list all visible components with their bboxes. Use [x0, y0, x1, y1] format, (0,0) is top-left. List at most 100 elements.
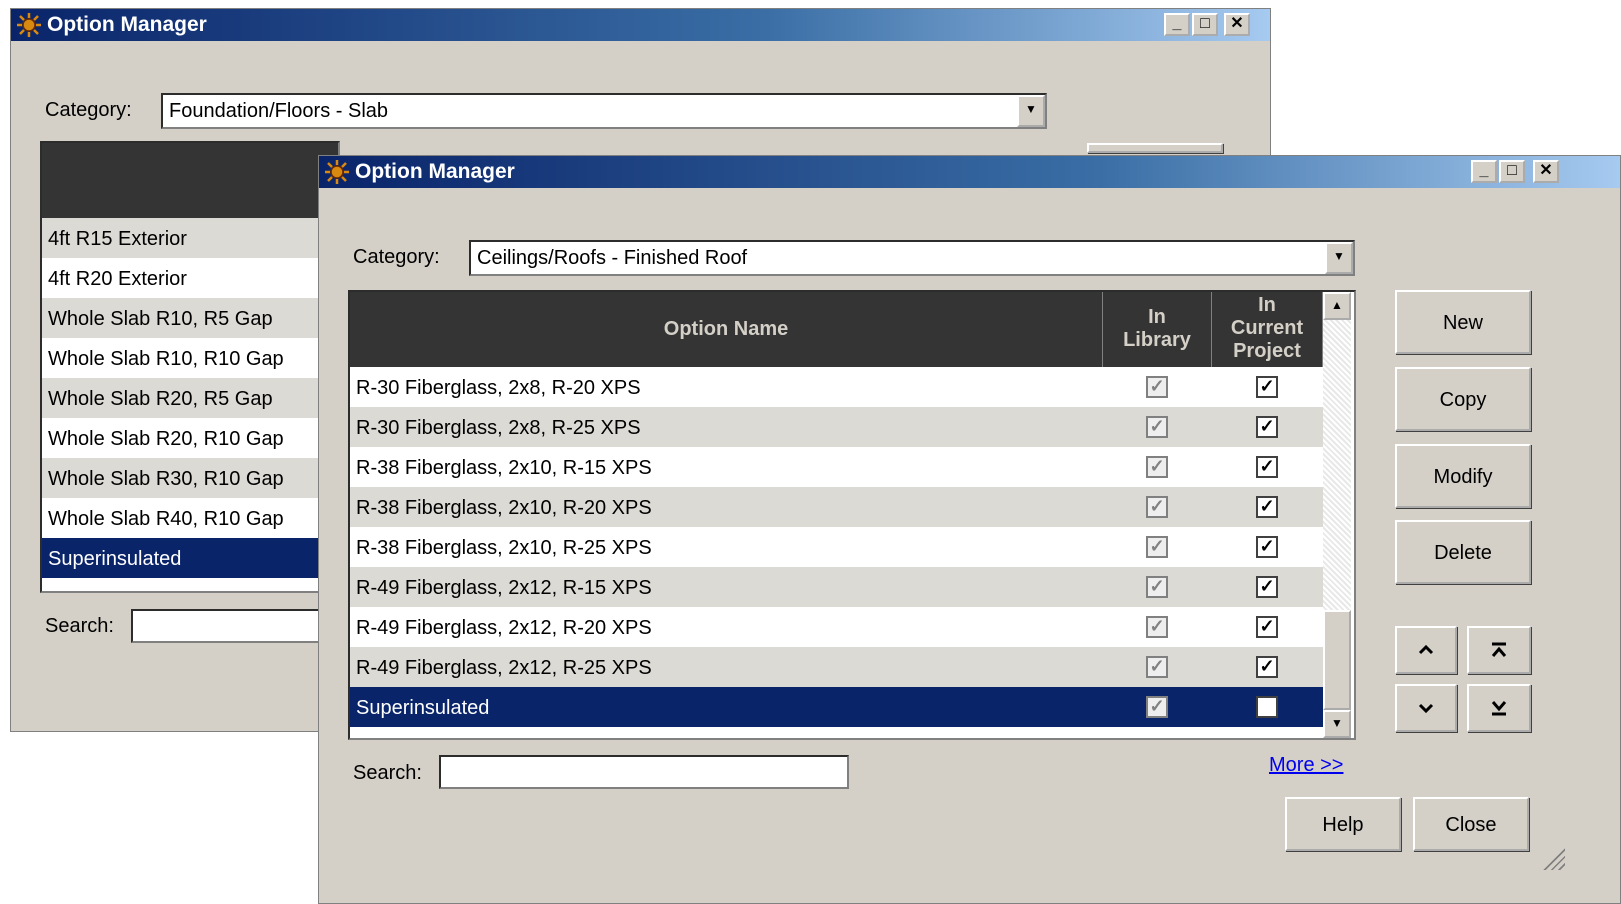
back-window-title: Option Manager	[47, 13, 207, 36]
option-table-row[interactable]: Superinsulated ✓	[350, 687, 1323, 727]
row-option-name: R-38 Fiberglass, 2x10, R-20 XPS	[356, 497, 652, 519]
move-top-icon	[1491, 642, 1507, 657]
option-table-row[interactable]: R-49 Fiberglass, 2x12, R-25 XPS ✓ ✓	[350, 647, 1323, 687]
in-library-label-2: Library	[1123, 329, 1191, 351]
move-down-button[interactable]	[1395, 684, 1457, 732]
delete-button[interactable]: Delete	[1395, 520, 1531, 584]
in-library-checkbox: ✓	[1146, 696, 1168, 718]
option-table-row[interactable]: R-30 Fiberglass, 2x8, R-20 XPS ✓ ✓	[350, 367, 1323, 407]
in-project-checkbox[interactable]: ✓	[1256, 376, 1278, 398]
back-table-row[interactable]: Whole Slab R20, R5 Gap	[42, 378, 338, 418]
in-project-checkbox[interactable]: ✓	[1256, 656, 1278, 678]
in-library-checkbox: ✓	[1146, 456, 1168, 478]
back-row-option-name: Whole Slab R30, R10 Gap	[48, 468, 284, 490]
app-sun-icon	[325, 160, 349, 184]
in-project-checkbox[interactable]: ✓	[1256, 456, 1278, 478]
in-project-checkbox[interactable]	[1256, 696, 1278, 718]
back-table-row[interactable]: Superinsulated	[42, 538, 338, 578]
in-library-checkbox: ✓	[1146, 576, 1168, 598]
in-project-checkbox[interactable]: ✓	[1256, 496, 1278, 518]
move-bottom-icon	[1491, 701, 1507, 716]
delete-button-label: Delete	[1434, 542, 1492, 564]
front-category-dropdown[interactable]: Ceilings/Roofs - Finished Roof ▼	[469, 240, 1355, 276]
option-table-row[interactable]: R-49 Fiberglass, 2x12, R-15 XPS ✓ ✓	[350, 567, 1323, 607]
in-library-checkbox: ✓	[1146, 376, 1168, 398]
back-table-row[interactable]: Whole Slab R10, R10 Gap	[42, 338, 338, 378]
back-category-dropdown[interactable]: Foundation/Floors - Slab ▼	[161, 93, 1047, 129]
back-table-row[interactable]: Whole Slab R10, R5 Gap	[42, 298, 338, 338]
back-row-option-name: 4ft R20 Exterior	[48, 268, 187, 290]
back-row-option-name: Whole Slab R20, R10 Gap	[48, 428, 284, 450]
column-header-in-project[interactable]: In Current Project	[1212, 292, 1323, 367]
back-grid-header	[42, 143, 338, 218]
move-up-icon	[1418, 644, 1434, 655]
front-minimize-icon[interactable]: _	[1471, 160, 1497, 183]
in-library-label-1: In	[1148, 306, 1166, 328]
option-table-row[interactable]: R-30 Fiberglass, 2x8, R-25 XPS ✓ ✓	[350, 407, 1323, 447]
front-close-icon[interactable]: ✕	[1533, 160, 1559, 183]
more-link[interactable]: More >>	[1269, 754, 1343, 777]
back-table-row[interactable]: 4ft R20 Exterior	[42, 258, 338, 298]
back-table-row[interactable]: 4ft R15 Exterior	[42, 218, 338, 258]
front-maximize-icon[interactable]: □	[1499, 160, 1525, 183]
row-option-name: R-38 Fiberglass, 2x10, R-25 XPS	[356, 537, 652, 559]
help-button[interactable]: Help	[1285, 797, 1401, 851]
front-options-grid: Option Name In Library In Current Projec…	[348, 290, 1356, 740]
back-close-icon[interactable]: ✕	[1224, 13, 1250, 36]
back-table-row[interactable]: Whole Slab R40, R10 Gap	[42, 498, 338, 538]
option-table-row[interactable]: R-49 Fiberglass, 2x12, R-20 XPS ✓ ✓	[350, 607, 1323, 647]
copy-button[interactable]: Copy	[1395, 367, 1531, 431]
column-header-in-library[interactable]: In Library	[1103, 292, 1212, 367]
column-header-option-name-label: Option Name	[663, 318, 789, 340]
resize-grip-icon[interactable]	[1541, 846, 1565, 870]
back-title-bar[interactable]: Option Manager _ □ ✕	[11, 9, 1270, 41]
move-up-button[interactable]	[1395, 626, 1457, 674]
close-button[interactable]: Close	[1413, 797, 1529, 851]
in-library-checkbox: ✓	[1146, 656, 1168, 678]
back-dropdown-arrow-icon[interactable]: ▼	[1017, 95, 1045, 127]
back-row-option-name: 4ft R15 Exterior	[48, 228, 187, 250]
in-project-label-2: Current	[1230, 317, 1304, 339]
modify-button[interactable]: Modify	[1395, 444, 1531, 508]
move-top-button[interactable]	[1467, 626, 1531, 674]
in-library-checkbox: ✓	[1146, 416, 1168, 438]
in-project-checkbox[interactable]: ✓	[1256, 576, 1278, 598]
front-category-value: Ceilings/Roofs - Finished Roof	[477, 247, 748, 269]
in-library-checkbox: ✓	[1146, 496, 1168, 518]
in-project-checkbox[interactable]: ✓	[1256, 536, 1278, 558]
column-header-option-name[interactable]: Option Name	[350, 292, 1103, 367]
back-minimize-icon[interactable]: _	[1164, 13, 1190, 36]
back-row-option-name: Whole Slab R40, R10 Gap	[48, 508, 284, 530]
row-option-name: Superinsulated	[356, 697, 490, 719]
copy-button-label: Copy	[1439, 389, 1487, 411]
move-bottom-button[interactable]	[1467, 684, 1531, 732]
back-maximize-icon[interactable]: □	[1192, 13, 1218, 36]
new-button[interactable]: New	[1395, 290, 1531, 354]
scroll-thumb[interactable]	[1323, 610, 1351, 710]
back-row-option-name: Superinsulated	[48, 548, 182, 570]
front-search-input[interactable]	[439, 755, 849, 789]
in-project-checkbox[interactable]: ✓	[1256, 416, 1278, 438]
option-table-row[interactable]: R-38 Fiberglass, 2x10, R-15 XPS ✓ ✓	[350, 447, 1323, 487]
front-window: Option Manager _ □ ✕ Category: Ceilings/…	[318, 155, 1621, 904]
front-title-bar[interactable]: Option Manager _ □ ✕	[319, 156, 1620, 188]
back-row-option-name: Whole Slab R10, R5 Gap	[48, 308, 273, 330]
close-button-label: Close	[1445, 814, 1497, 836]
scroll-up-icon[interactable]: ▲	[1323, 292, 1351, 320]
in-library-checkbox: ✓	[1146, 616, 1168, 638]
modify-button-label: Modify	[1433, 466, 1493, 488]
option-table-row[interactable]: R-38 Fiberglass, 2x10, R-25 XPS ✓ ✓	[350, 527, 1323, 567]
back-table-row[interactable]: Whole Slab R30, R10 Gap	[42, 458, 338, 498]
scroll-down-icon[interactable]: ▼	[1323, 710, 1351, 738]
row-option-name: R-30 Fiberglass, 2x8, R-25 XPS	[356, 417, 641, 439]
help-button-label: Help	[1322, 814, 1364, 836]
front-dropdown-arrow-icon[interactable]: ▼	[1325, 242, 1353, 274]
in-project-checkbox[interactable]: ✓	[1256, 616, 1278, 638]
back-table-row[interactable]: Whole Slab R20, R10 Gap	[42, 418, 338, 458]
grid-vertical-scrollbar[interactable]: ▲ ▼	[1323, 292, 1351, 738]
back-new-button-partial[interactable]	[1087, 143, 1223, 153]
back-search-input[interactable]	[131, 609, 331, 643]
option-table-row[interactable]: R-38 Fiberglass, 2x10, R-20 XPS ✓ ✓	[350, 487, 1323, 527]
new-button-label: New	[1442, 312, 1483, 334]
back-category-label: Category:	[45, 99, 132, 121]
